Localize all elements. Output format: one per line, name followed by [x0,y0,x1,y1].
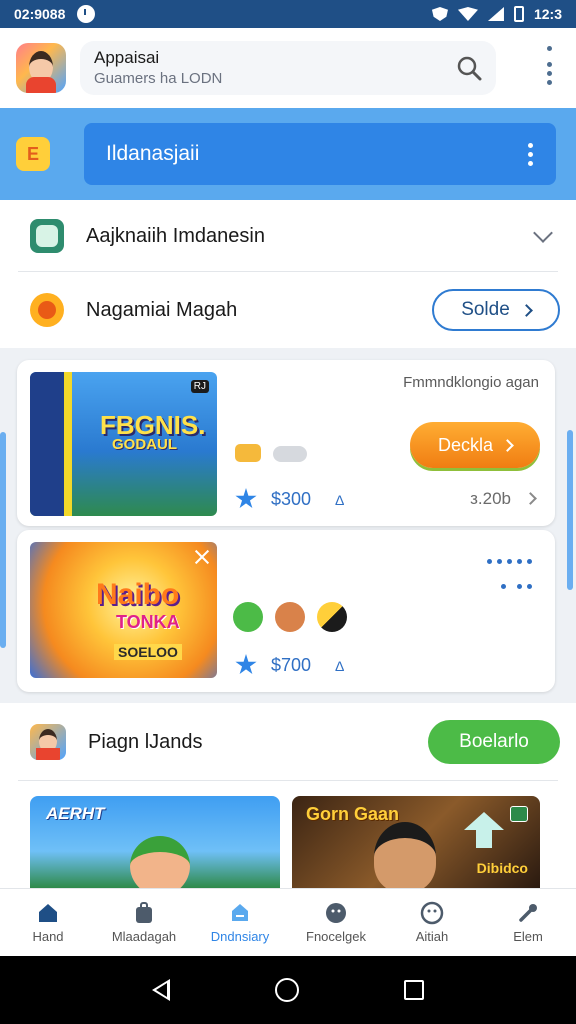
game-icon[interactable] [233,602,263,632]
status-time: 02:9088 [14,6,66,22]
category-selector[interactable]: Ildanasjaii [84,123,556,185]
home-icon [39,904,57,922]
button-label: Solde [461,299,510,320]
download-count: з.20b [470,489,511,508]
category-banner: E Ildanasjaii [0,108,576,200]
more-vert-icon[interactable] [540,46,560,88]
more-vert-icon[interactable] [528,141,534,167]
thumbnail-badge: RJ [190,380,209,393]
status-icons: 12:3 [431,6,562,22]
arrow-up-icon [464,812,504,848]
section-title: Piagn lJands [88,730,203,753]
star-icon [235,488,257,509]
solde-button[interactable]: Solde [432,289,560,331]
star-icon [235,654,257,675]
back-icon[interactable] [152,979,171,1001]
nav-label: Aitiah [415,929,449,944]
section-header: Piagn lJands Boelarlo [0,703,576,781]
chevron-right-icon [519,303,533,317]
scrollbar-left[interactable] [0,432,6,648]
thumbnail-caption: SOELOO [114,644,182,660]
button-label: Deckla [437,434,494,455]
face-icon [326,903,346,923]
status-bar: 02:9088 12:3 [0,0,576,28]
nav-item-dndnsiary[interactable]: Dndnsiary [192,889,288,956]
game-tile[interactable]: Gorn Gaan Dibidco [292,796,540,888]
row-title: Nagamiai Magah [86,298,238,321]
signal-icon [487,7,504,21]
tile-badge [510,806,528,822]
nav-item-elem[interactable]: Elem [480,889,576,956]
card-category: Fmmndklongio agan [403,374,539,391]
rating-glyph: Δ [335,658,345,674]
character-icon[interactable] [275,602,305,632]
list-item-action: Nagamiai Magah Solde [0,272,576,348]
nav-label: Elem [513,929,543,944]
smile-icon [420,901,444,925]
tile-title: Gorn Gaan [306,804,400,824]
list-item-expandable[interactable]: Aajknaiih Imdanesin [0,200,576,272]
nav-item-hand[interactable]: Hand [0,889,96,956]
tag-icon [232,904,248,921]
tag-pill [273,446,307,462]
nav-item-aitiah[interactable]: Aitiah [384,889,480,956]
header-subtitle: Guamers ha LODN [94,70,223,87]
status-clock-right: 12:3 [533,6,562,22]
chevron-right-icon[interactable] [524,492,537,505]
game-thumbnail[interactable]: RJ FBGNIS. GODAUL [30,372,217,516]
price: $300 [271,489,312,509]
download-button[interactable]: Deckla [410,422,540,468]
chevron-down-icon[interactable] [533,223,553,243]
coin-icon [235,444,261,462]
recent-apps-icon[interactable] [403,980,424,1000]
game-card[interactable]: RJ FBGNIS. GODAUL Fmmndklongio agan Deck… [17,360,555,526]
row-title: Aajknaiih Imdanesin [86,224,265,247]
app-icon: E [16,137,50,171]
screen: 02:9088 12:3 Appaisai Guamers ha LODN E [0,0,576,1024]
nav-label: Mlaadagah [111,929,177,944]
notification-badge [547,46,552,51]
shield-icon [431,7,448,21]
app-header: Appaisai Guamers ha LODN [0,28,576,108]
game-thumbnail[interactable]: Naibo TONKA SOELOO [30,542,217,678]
character-art [374,822,436,888]
game-card[interactable]: Naibo TONKA SOELOO $700 Δ [17,530,555,692]
bottom-nav: Hand Mlaadagah Dndnsiary Fnocelgek Aitia… [0,888,576,956]
chat-icon [30,219,64,253]
category-label: Ildanasjaii [106,142,200,165]
system-nav-bar [0,956,576,1024]
battery-icon [513,6,524,22]
wifi-icon [457,7,478,21]
avatar[interactable] [16,43,66,93]
rating-glyph: Δ [335,492,345,508]
bag-icon [136,902,152,923]
wrench-icon [519,904,537,922]
game-tile[interactable]: AERHT [30,796,280,888]
thumbnail-subtitle: GODAUL [112,436,177,453]
search-icon[interactable] [456,55,482,81]
flame-icon [30,293,64,327]
chevron-right-icon [501,438,514,452]
scrollbar-right[interactable] [567,430,573,590]
section-action-button[interactable]: Boelarlo [428,720,560,764]
nav-item-mlaadagah[interactable]: Mlaadagah [96,889,192,956]
nav-label: Fnocelgek [306,929,366,944]
tile-title: AERHT [46,804,105,823]
section-icon [30,724,66,760]
status-clock-icon [77,5,96,23]
close-icon[interactable] [193,548,211,566]
nav-label: Hand [32,929,64,944]
ball-icon[interactable] [317,602,347,632]
home-circle-icon[interactable] [274,978,299,1002]
header-title: Appaisai [94,48,160,67]
thumbnail-subtitle: TONKA [116,612,180,632]
nav-label: Dndnsiary [210,929,270,944]
price: $700 [271,655,312,675]
nav-item-fnocelgek[interactable]: Fnocelgek [288,889,384,956]
character-art [130,836,190,888]
thumbnail-title: Naibo [96,578,180,611]
tile-label: Dibidco [476,860,528,876]
search-bar[interactable]: Appaisai Guamers ha LODN [80,41,496,95]
